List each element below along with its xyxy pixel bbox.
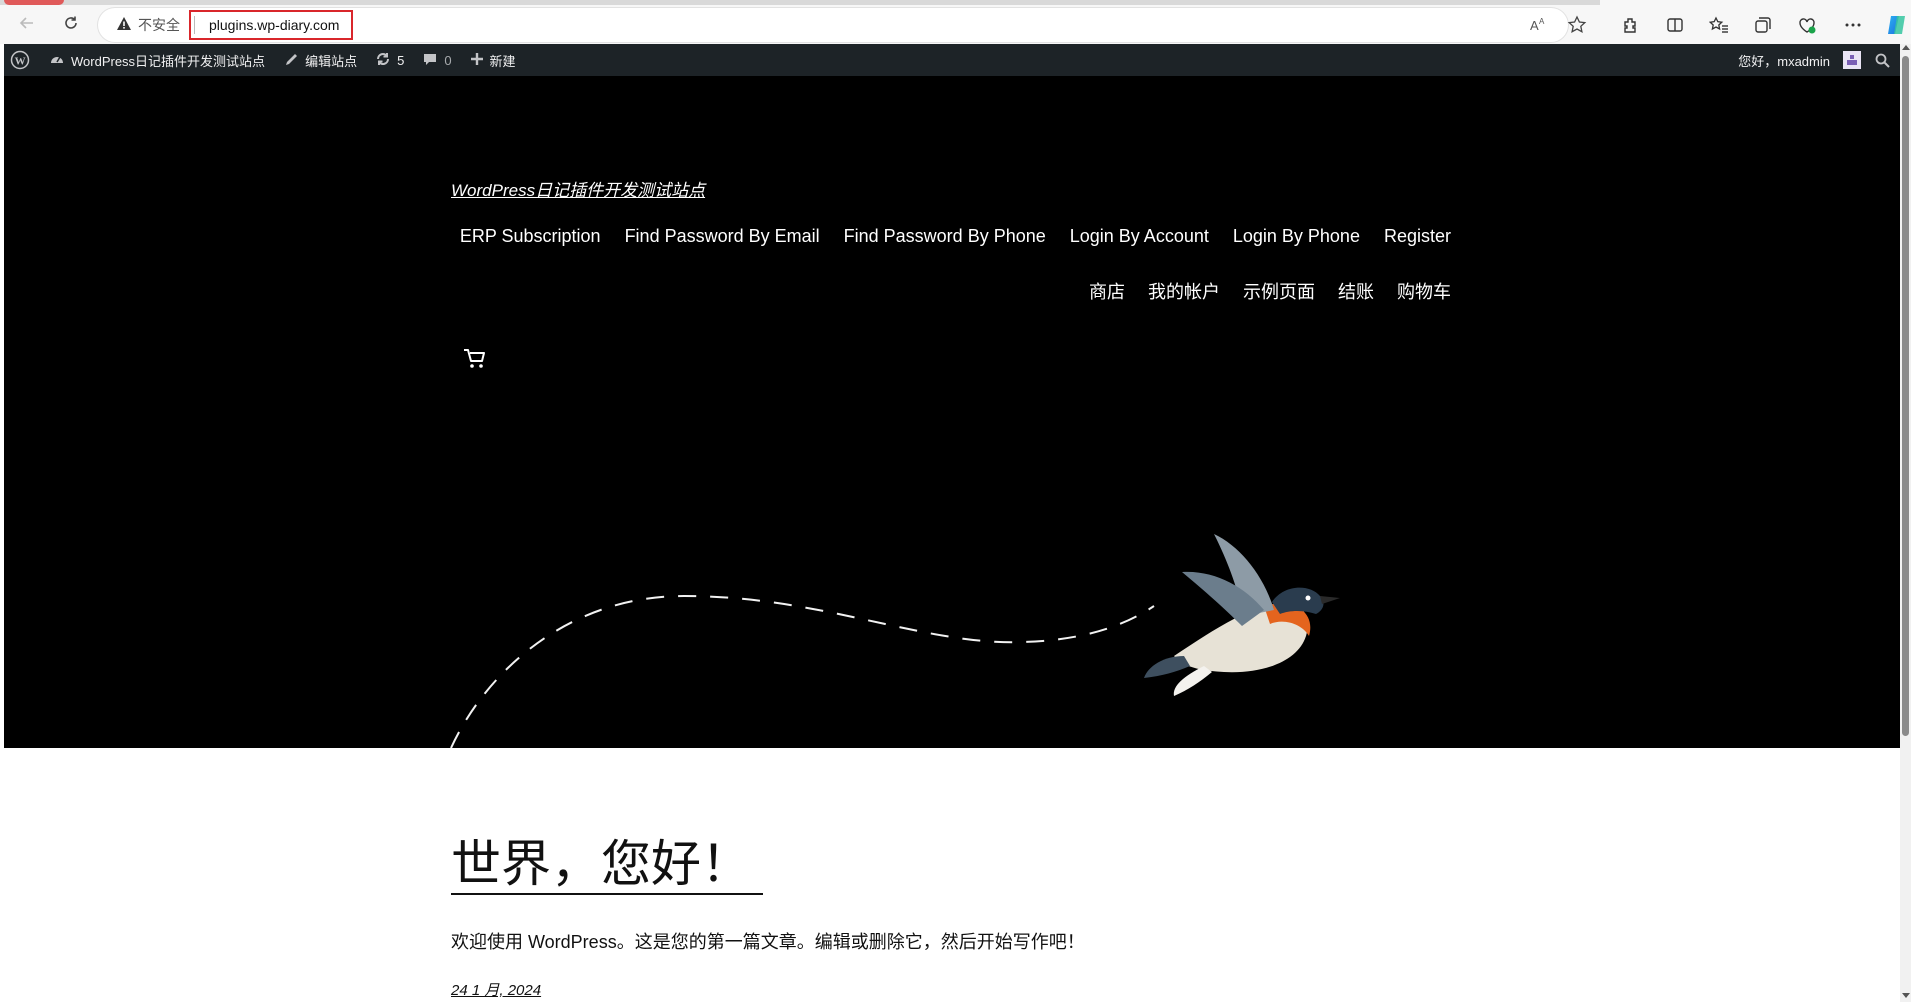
wp-admin-bar: W WordPress日记插件开发测试站点 编辑站点 5 0 新建 您好，mxa…	[4, 44, 1900, 76]
favorites-list-icon[interactable]	[1708, 14, 1730, 36]
updates-count: 5	[397, 52, 405, 68]
nav-item-find-password-email[interactable]: Find Password By Email	[625, 226, 820, 247]
post-excerpt: 欢迎使用 WordPress。这是您的第一篇文章。编辑或删除它，然后开始写作吧！	[451, 932, 1085, 952]
post-date-link[interactable]: 24 1 月, 2024	[451, 979, 541, 1000]
secondary-nav: 商店 我的帐户 示例页面 结账 购物车	[4, 278, 1451, 304]
avatar	[1843, 51, 1861, 69]
nav-item-sample-page[interactable]: 示例页面	[1243, 278, 1315, 304]
brush-icon	[283, 51, 299, 70]
copilot-icon[interactable]	[1884, 14, 1910, 36]
read-aloud-icon[interactable]: AA	[1527, 14, 1549, 36]
nav-item-login-phone[interactable]: Login By Phone	[1233, 226, 1360, 247]
nav-item-login-account[interactable]: Login By Account	[1070, 226, 1209, 247]
url-text[interactable]: plugins.wp-diary.com	[189, 10, 353, 40]
admin-bar-account[interactable]: 您好，mxadmin	[1729, 44, 1865, 76]
admin-bar-site-name[interactable]: WordPress日记插件开发测试站点	[40, 44, 274, 76]
warning-icon	[116, 16, 132, 35]
nav-item-checkout[interactable]: 结账	[1338, 278, 1374, 304]
nav-item-my-account[interactable]: 我的帐户	[1148, 278, 1220, 304]
more-menu-icon[interactable]	[1842, 14, 1864, 36]
back-arrow-icon[interactable]	[16, 12, 38, 34]
main-content: 世界，您好！ 欢迎使用 WordPress。这是您的第一篇文章。编辑或删除它，然…	[0, 748, 1900, 1002]
comment-icon	[422, 51, 438, 70]
collections-icon[interactable]	[1752, 14, 1774, 36]
new-label: 新建	[489, 53, 516, 69]
cart-icon[interactable]	[461, 344, 489, 372]
nav-item-cart[interactable]: 购物车	[1397, 278, 1451, 304]
edit-site-label: 编辑站点	[305, 53, 358, 69]
nav-item-find-password-phone[interactable]: Find Password By Phone	[844, 226, 1046, 247]
favorite-star-icon[interactable]	[1566, 14, 1588, 36]
nav-item-register[interactable]: Register	[1384, 226, 1451, 247]
plus-icon	[470, 52, 484, 69]
svg-text:A: A	[1530, 18, 1539, 33]
active-tab-edge[interactable]	[4, 0, 64, 5]
greeting-label: 您好，mxadmin	[1738, 53, 1830, 69]
svg-text:W: W	[15, 56, 26, 68]
primary-nav: ERP Subscription Find Password By Email …	[4, 226, 1451, 247]
scrollbar-thumb[interactable]	[1902, 56, 1909, 736]
security-indicator[interactable]: 不安全	[116, 15, 195, 35]
page-scrollbar[interactable]	[1900, 44, 1911, 1002]
admin-bar-new[interactable]: 新建	[461, 44, 525, 76]
post-title-link[interactable]: 世界，您好！	[451, 835, 763, 895]
wordpress-logo-icon[interactable]: W	[4, 44, 40, 76]
security-label: 不安全	[138, 17, 180, 33]
admin-bar-edit-site[interactable]: 编辑站点	[274, 44, 366, 76]
updates-icon	[375, 51, 391, 70]
extensions-icon[interactable]	[1620, 14, 1642, 36]
scroll-down-icon[interactable]	[1902, 993, 1910, 998]
dashboard-icon	[49, 51, 65, 70]
svg-text:A: A	[1539, 17, 1545, 26]
split-screen-icon[interactable]	[1664, 14, 1686, 36]
site-header: WordPress日记插件开发测试站点 ERP Subscription Fin…	[4, 76, 1900, 748]
browser-essentials-icon[interactable]	[1796, 14, 1818, 36]
bird-illustration	[450, 534, 1340, 748]
site-title-link[interactable]: WordPress日记插件开发测试站点	[451, 176, 705, 201]
admin-bar-comments[interactable]: 0	[413, 44, 460, 76]
nav-item-shop[interactable]: 商店	[1089, 278, 1125, 304]
scroll-up-icon[interactable]	[1902, 45, 1910, 50]
tab-strip	[0, 0, 1600, 5]
site-name-label: WordPress日记插件开发测试站点	[71, 53, 266, 69]
admin-bar-updates[interactable]: 5	[366, 44, 413, 76]
admin-bar-search-icon[interactable]	[1865, 44, 1900, 76]
reload-icon[interactable]	[60, 12, 82, 34]
comments-count: 0	[444, 52, 452, 68]
nav-item-erp-subscription[interactable]: ERP Subscription	[460, 226, 601, 247]
